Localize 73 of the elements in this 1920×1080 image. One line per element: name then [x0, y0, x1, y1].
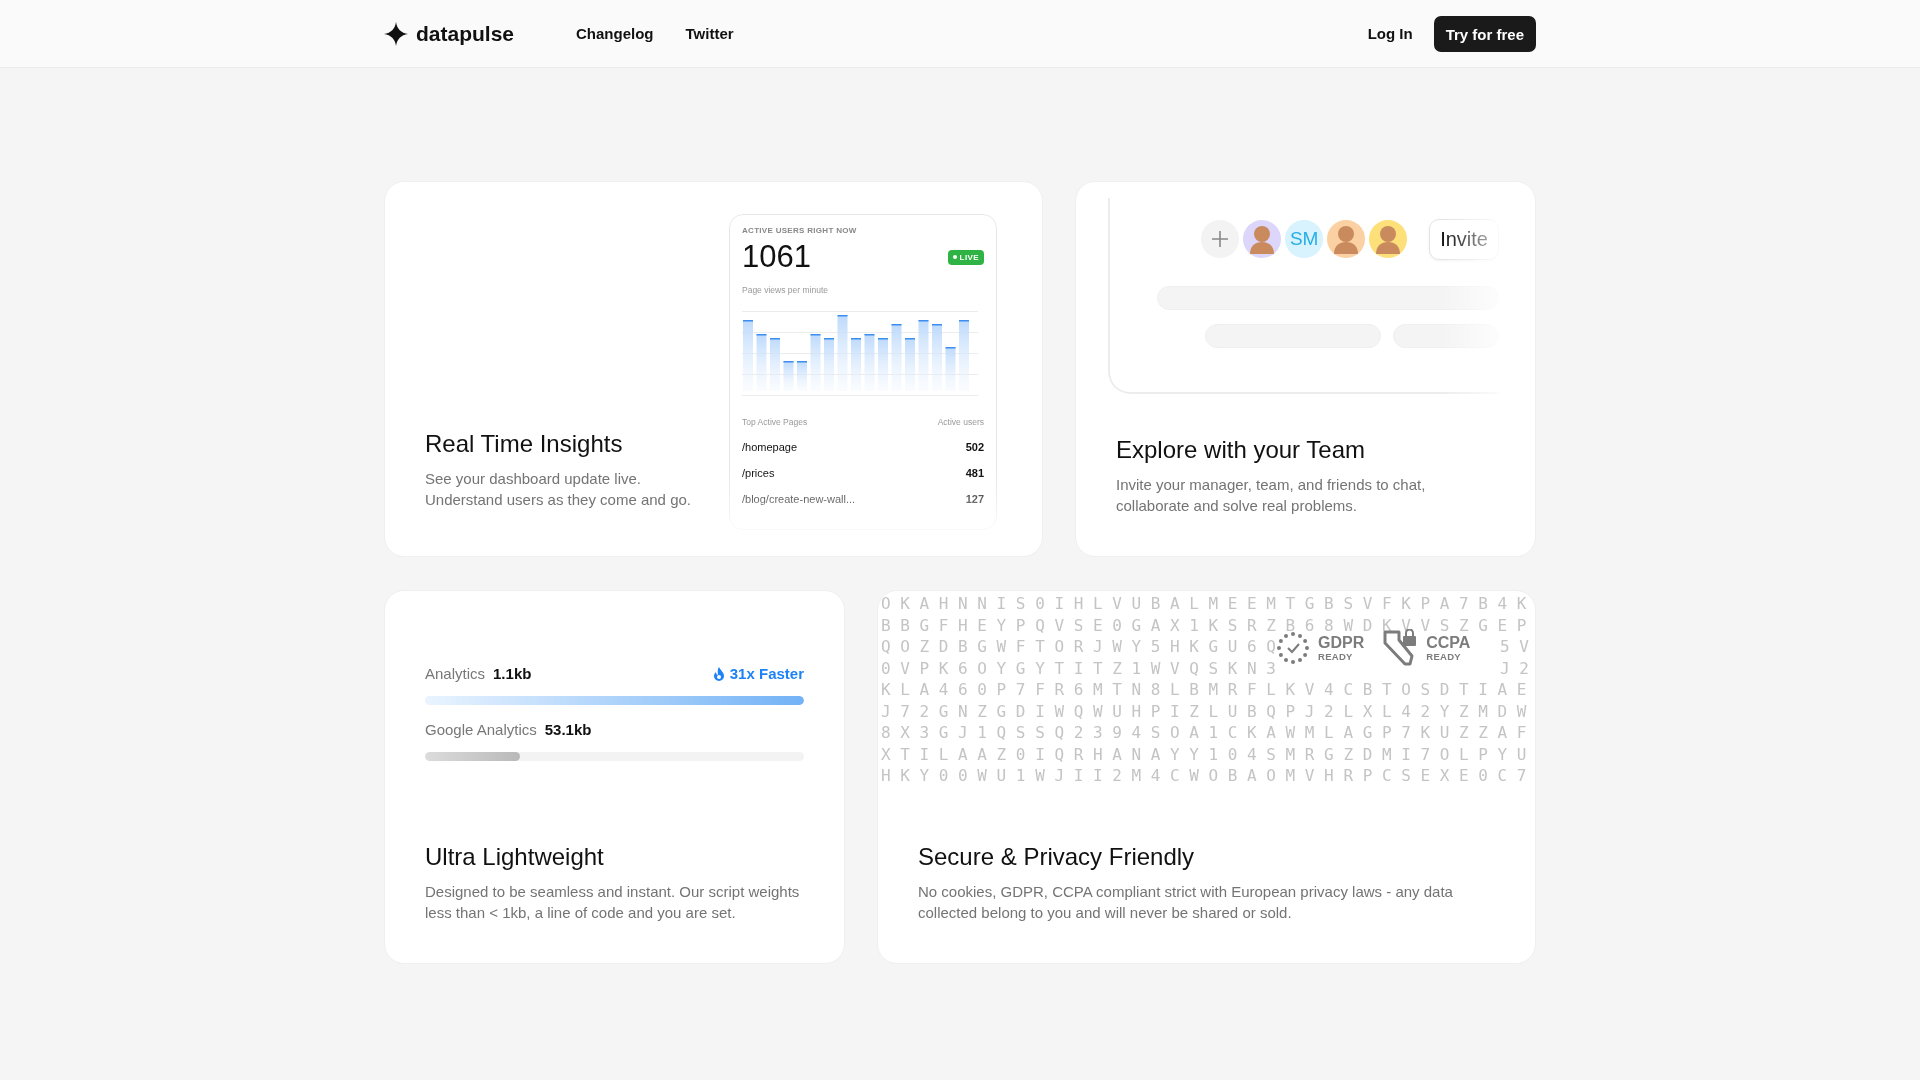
letter-row: 0 V P K 6 O Y G Y T I T Z 1 W V Q S K N 3 [881, 657, 1276, 679]
badge-subtitle: READY [1318, 650, 1354, 662]
letter-row: 5 V [1500, 636, 1529, 658]
logo[interactable]: datapulse [384, 21, 515, 46]
chart-caption: Page views per minute [742, 285, 829, 295]
live-badge: LIVE [947, 249, 984, 265]
nav-link[interactable]: Twitter [685, 25, 734, 42]
avatar: SM [1283, 218, 1326, 260]
state-lock-icon [1382, 629, 1419, 667]
chart-bar [932, 324, 942, 391]
chart-bar [770, 338, 780, 391]
page-path: /blog/create-new-wall... [742, 493, 856, 505]
chart-bar [945, 347, 956, 391]
letter-row: O K A H N N I S 0 I H L V U B A L M E E M T G B S V F K P A 7 B 4 K [881, 593, 1527, 615]
card-title: Explore with your Team [1116, 436, 1366, 464]
card-title: Ultra Lightweight [425, 843, 605, 871]
badge-title: GDPR [1318, 634, 1365, 651]
bar-label: Analytics [425, 665, 486, 682]
chart-bar [743, 320, 753, 391]
page-path: /homepage [742, 441, 798, 453]
card-description: No cookies, GDPR, CCPA compliant strict with European privacy laws - any data collected belong to you and will never be shared or sold. [918, 882, 1454, 923]
card-description: See your dashboard update live. Understand users as they come and go. [425, 469, 692, 510]
letter-row: 8 X 3 G J 1 Q S S Q 2 3 9 4 S O A 1 C K A W M L A G P 7 K U Z Z A F [881, 722, 1527, 744]
user-count: 127 [965, 493, 984, 505]
chart-bar [783, 361, 794, 391]
bar-label: Google Analytics [425, 721, 537, 738]
user-count: 481 [965, 467, 984, 479]
letter-row: B B G F H E Y P Q V S E 0 G A X 1 K S R Z B 6 8 W D K V V S Z G E P [881, 614, 1527, 636]
card-title: Real Time Insights [425, 430, 624, 458]
table-header: Top Active Pages [742, 417, 808, 427]
invite-button[interactable]: Invite [1429, 218, 1499, 260]
user-count: 502 [965, 441, 984, 453]
person-icon [1332, 224, 1361, 254]
login-link[interactable]: Log In [1367, 25, 1413, 42]
person-icon [1248, 224, 1277, 254]
chart-bar [864, 334, 875, 391]
card-description: Invite your manager, team, and friends to chat, collaborate and solve real problems. [1116, 475, 1427, 516]
card-title: Secure & Privacy Friendly [918, 843, 1196, 871]
table-header: Active users [937, 417, 984, 427]
letter-row: K L A 4 6 0 P 7 F R 6 M T N 8 L B M R F L K V 4 C B T O S D T I A E [881, 679, 1527, 701]
chart-bar [756, 334, 767, 391]
speed-note: 31x Faster [712, 665, 804, 682]
bar-size: 1.1kb [493, 665, 532, 682]
chart-bar [905, 338, 915, 391]
person-icon [1374, 224, 1403, 254]
chart-bar [878, 338, 888, 391]
chart-bar [810, 334, 821, 391]
chart-bar [891, 324, 902, 391]
badge-subtitle: READY [1426, 650, 1462, 662]
bar-size: 53.1kb [544, 721, 592, 738]
page-path: /prices [742, 467, 775, 479]
letter-row: J 7 2 G N Z G D I W Q W U H P I Z L U B Q P J 2 L X L 4 2 Y Z M D W [881, 700, 1527, 722]
plus-icon [1211, 230, 1230, 248]
stars-check-icon [1276, 631, 1310, 665]
nav-link[interactable]: Changelog [576, 25, 654, 42]
try-free-button[interactable]: Try for free [1433, 15, 1536, 52]
chart-bar [851, 338, 861, 391]
logo-text: datapulse [416, 21, 515, 46]
active-users-caption: ACTIVE USERS RIGHT NOW [742, 226, 858, 235]
badge-title: CCPA [1426, 634, 1471, 651]
sparkle-icon [384, 21, 408, 46]
letter-row: Q O Z D B G W F T O R J W Y 5 H K G U 6 Q [881, 636, 1276, 658]
letter-row: J 2 [1500, 657, 1529, 679]
letter-row: X T I L A A Z 0 I Q R H A N A Y Y 1 0 4 S M R G Z D M I 7 O L P Y U [881, 743, 1527, 765]
active-users-count: 1061 [742, 239, 811, 275]
chart-bar [797, 361, 807, 391]
chart-bar [918, 320, 929, 391]
chart-bar [959, 320, 969, 391]
letter-row: H K Y 0 0 W U 1 W J I I 2 M 4 C W O B A O M V H R P C S E X E 0 C 7 [881, 765, 1527, 787]
chart-bar [824, 338, 834, 391]
card-description: Designed to be seamless and instant. Our script weights less than < 1kb, a line of code and you are set. [425, 882, 801, 923]
dot-icon [952, 255, 957, 259]
flame-icon [712, 666, 725, 681]
